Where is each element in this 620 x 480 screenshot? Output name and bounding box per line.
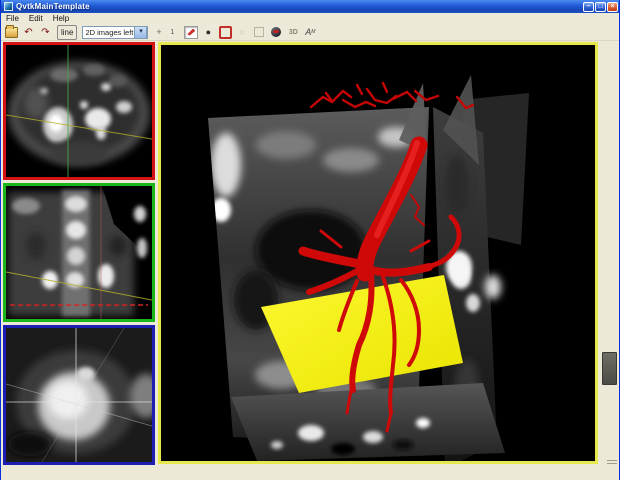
close-button[interactable]: × — [607, 2, 618, 12]
redo-icon: ↷ — [41, 27, 49, 38]
marker-icon — [187, 29, 195, 36]
oblique-ct-image — [6, 328, 152, 462]
marker-tool-button[interactable] — [184, 26, 198, 39]
region-tool-button[interactable] — [218, 26, 232, 39]
maximize-button[interactable]: □ — [595, 2, 606, 12]
line-tool-button[interactable]: line — [57, 25, 77, 40]
zoom-in-button[interactable]: + — [151, 25, 166, 39]
content-area — [1, 41, 620, 480]
menu-edit[interactable]: Edit — [24, 13, 48, 24]
box-outline-icon — [254, 27, 264, 37]
tool-icon-group: ● ○ 3D AM — [184, 26, 317, 39]
axial-2d-viewport[interactable] — [3, 42, 155, 180]
toolbar: ↶ ↷ line 2D images left ▾ + 1 ● ○ 3D AM — [1, 24, 620, 41]
app-window: QvtkMainTemplate – □ × File Edit Help ↶ … — [0, 0, 620, 480]
main-3d-viewport[interactable] — [158, 42, 598, 464]
title-bar: QvtkMainTemplate – □ × — [1, 0, 620, 13]
circle-tool-button[interactable]: ○ — [235, 26, 249, 39]
annotation-tool-button[interactable]: AM — [303, 26, 317, 39]
menu-help[interactable]: Help — [48, 13, 74, 24]
cursor-mark: 1 — [170, 29, 174, 36]
box-tool-button[interactable] — [252, 26, 266, 39]
rotation-slider-thumb[interactable] — [602, 352, 617, 385]
open-button[interactable] — [4, 25, 19, 39]
undo-button[interactable]: ↶ — [21, 25, 36, 39]
red-box-icon — [219, 26, 232, 39]
redo-button[interactable]: ↷ — [38, 25, 53, 39]
coronal-ct-image — [6, 186, 152, 319]
oblique-2d-viewport[interactable] — [3, 325, 155, 465]
chevron-down-icon[interactable]: ▾ — [134, 26, 147, 39]
3d-scene — [161, 45, 595, 461]
view-mode-value: 2D images left — [83, 28, 134, 37]
coronal-2d-viewport[interactable] — [3, 183, 155, 322]
undo-icon: ↶ — [24, 27, 32, 38]
orientation-corner-marks — [607, 458, 617, 466]
menu-file[interactable]: File — [1, 13, 24, 24]
minimize-button[interactable]: – — [583, 2, 594, 12]
view-mode-select[interactable]: 2D images left ▾ — [82, 26, 148, 39]
globe-icon — [271, 27, 281, 37]
sphere-tool-button[interactable]: ● — [201, 26, 215, 39]
threed-tool-button[interactable]: 3D — [286, 26, 300, 39]
globe-tool-button[interactable] — [269, 26, 283, 39]
open-folder-icon — [5, 27, 18, 38]
window-title: QvtkMainTemplate — [16, 2, 583, 11]
axial-ct-image — [6, 45, 152, 177]
app-icon — [4, 2, 13, 11]
